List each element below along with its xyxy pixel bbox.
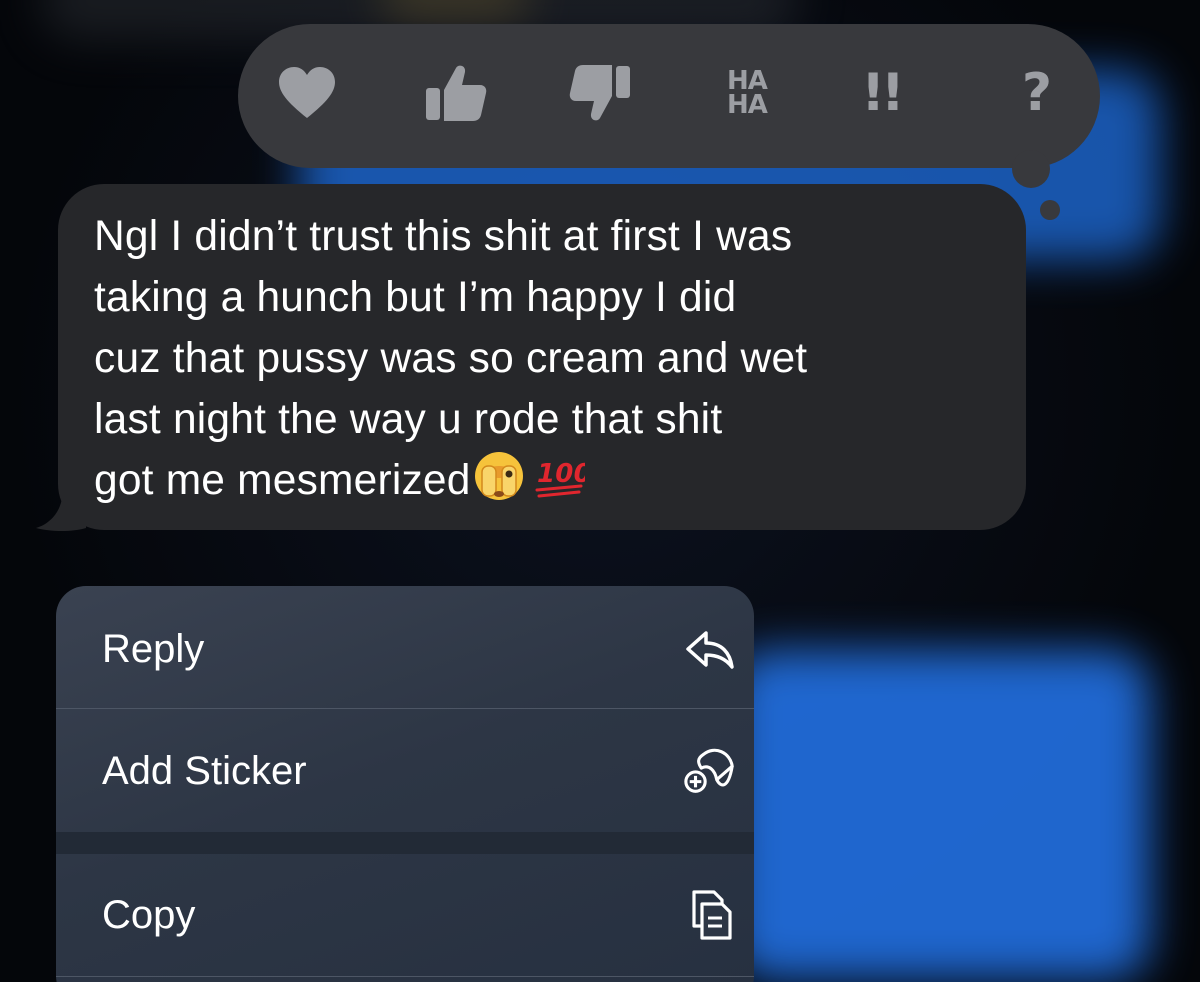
menu-divider xyxy=(56,708,754,709)
svg-text:100: 100 xyxy=(537,459,585,489)
context-menu: Reply Add Sticker Copy xyxy=(56,586,754,982)
message-body: Ngl I didn’t trust this shit at first I … xyxy=(94,213,808,504)
face-with-peeking-eye-icon xyxy=(473,450,525,519)
add-sticker-icon xyxy=(682,743,738,799)
hundred-points-icon: 100 xyxy=(535,454,591,517)
menu-item-copy[interactable]: Copy xyxy=(56,854,754,976)
background-outgoing-bubble-lower xyxy=(730,650,1150,980)
reply-label: Reply xyxy=(102,626,205,671)
menu-section-separator xyxy=(56,832,754,854)
menu-item-reply[interactable]: Reply xyxy=(56,588,754,710)
message-text: Ngl I didn’t trust this shit at first I … xyxy=(94,206,1014,519)
copy-icon xyxy=(682,887,738,943)
menu-divider-bottom xyxy=(56,976,754,977)
thumbs-down-icon[interactable] xyxy=(556,48,646,138)
menu-item-add-sticker[interactable]: Add Sticker xyxy=(56,710,754,832)
exclamation-label: !! xyxy=(861,63,904,123)
copy-label: Copy xyxy=(102,892,196,937)
question-label: ? xyxy=(1021,63,1052,123)
add-sticker-label: Add Sticker xyxy=(102,748,307,793)
exclamation-icon[interactable]: !! xyxy=(836,48,926,138)
haha-line-2: HA xyxy=(727,90,768,120)
messages-screen: HA HA !! ? Ngl I didn’t trust this shit … xyxy=(0,0,1200,982)
tapback-bar xyxy=(238,24,1100,168)
heart-icon[interactable] xyxy=(262,48,352,138)
background-highlight xyxy=(380,0,530,20)
haha-icon[interactable]: HA HA xyxy=(702,48,792,138)
question-icon[interactable]: ? xyxy=(990,48,1080,138)
tapback-tail-dot xyxy=(1040,200,1060,220)
thumbs-up-icon[interactable] xyxy=(410,48,500,138)
bubble-tail xyxy=(36,498,86,531)
reply-icon xyxy=(682,621,738,677)
tapback-tail-bubble xyxy=(1012,150,1050,188)
